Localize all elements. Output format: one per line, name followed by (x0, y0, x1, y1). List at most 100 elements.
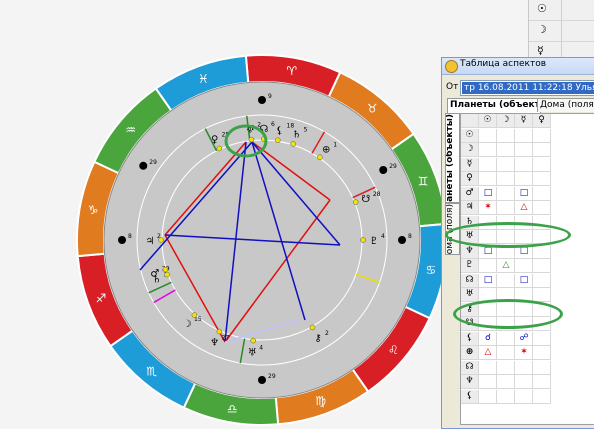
planet-degree: 4 (381, 233, 385, 240)
grid-cell[interactable] (497, 186, 515, 201)
house-marker-icon (139, 161, 148, 170)
grid-cell[interactable] (533, 128, 551, 143)
grid-cell[interactable] (533, 360, 551, 375)
date-dropdown[interactable]: тр 16.08.2011 11:22:18 Улья (460, 80, 594, 96)
grid-row-header[interactable]: ♂ (461, 186, 479, 201)
grid-cell[interactable] (497, 143, 515, 157)
grid-cell[interactable] (479, 157, 497, 172)
grid-cell[interactable] (497, 331, 515, 346)
grid-row-header[interactable]: ♇ (461, 259, 479, 273)
grid-cell[interactable] (533, 273, 551, 288)
planet-glyph-icon[interactable]: ☋ (361, 194, 370, 205)
grid-cell[interactable] (515, 375, 533, 389)
grid-cell[interactable] (497, 201, 515, 215)
planet-glyph-icon[interactable]: ♆ (210, 338, 219, 349)
grid-row-header[interactable]: ♆ (461, 375, 479, 389)
grid-column-header[interactable]: ☿ (515, 114, 533, 128)
planet-dot (317, 154, 323, 161)
grid-cell[interactable] (533, 143, 551, 157)
grid-cell[interactable] (497, 346, 515, 360)
grid-row-header[interactable]: ⊕ (461, 346, 479, 360)
grid-cell[interactable] (533, 389, 551, 404)
grid-cell[interactable] (479, 143, 497, 157)
planet-glyph-icon[interactable]: ⚷ (314, 333, 321, 344)
grid-cell[interactable] (515, 157, 533, 172)
zodiac-sign-icon: ♍ (315, 394, 326, 408)
planet-glyph-icon[interactable]: ☽ (183, 319, 192, 330)
planet-glyph-icon[interactable]: ♄ (152, 274, 161, 285)
grid-cell[interactable] (497, 157, 515, 172)
grid-cell[interactable] (479, 375, 497, 389)
grid-column-header[interactable]: ☉ (479, 114, 497, 128)
grid-row-header[interactable]: ♃ (461, 201, 479, 215)
grid-row-header[interactable]: ☉ (461, 128, 479, 143)
planet-degree: 4 (259, 345, 263, 352)
tab-houses[interactable]: Дома (поля) (537, 98, 594, 112)
aspect-symbol: △ (502, 260, 510, 270)
strip-row: ☉ (529, 0, 594, 21)
grid-cell[interactable] (533, 288, 551, 302)
grid-cell[interactable] (497, 128, 515, 143)
planet-column-strip: ☉ ☽ ☿ (528, 0, 594, 63)
grid-row-header[interactable]: ☊ (461, 360, 479, 375)
grid-cell[interactable] (497, 273, 515, 288)
grid-row-header[interactable]: ⚸ (461, 331, 479, 346)
grid-row-header[interactable]: ♅ (461, 288, 479, 302)
grid-cell[interactable] (533, 172, 551, 186)
zodiac-sign-icon: ♊ (418, 174, 429, 188)
aspect-grid[interactable]: ☉ ☽ ☿ ♀ ☉ ☽ ☿ ♀ ♂ ♃ ♄ ♅ ♆ ♇ ☊ ♅ ⚷ ☋ ⚸ ⊕ ☊ ♆ ⚸ □ □ ✶ △ □ □ △ □ □ ☌ ☍ △ ✶ (460, 113, 594, 425)
house-marker-icon (118, 236, 126, 244)
grid-cell[interactable] (533, 157, 551, 172)
grid-cell[interactable] (533, 331, 551, 346)
grid-column-header[interactable]: ♀ (533, 114, 551, 128)
planet-dot (164, 271, 170, 278)
grid-cell[interactable] (515, 389, 533, 404)
grid-cell[interactable] (497, 389, 515, 404)
zodiac-sign-icon: ♌ (388, 343, 399, 357)
planet-degree: 2 (325, 330, 329, 337)
date-value: тр 16.08.2011 11:22:18 Улья (462, 82, 594, 94)
grid-cell[interactable] (479, 259, 497, 273)
side-tab-planets[interactable]: Планеты (объекты) (445, 113, 460, 203)
grid-row-header[interactable]: ♆ (461, 244, 479, 259)
zodiac-sign-icon: ♉ (367, 102, 378, 116)
grid-row-header[interactable]: ☿ (461, 157, 479, 172)
window-title-bar[interactable]: Таблица аспектов (442, 58, 594, 75)
tab-planets[interactable]: Планеты (объекты) (447, 98, 552, 113)
house-marker-icon (379, 166, 388, 174)
planet-glyph-icon[interactable]: ♀ (211, 134, 218, 145)
grid-row-header[interactable]: ☽ (461, 143, 479, 157)
planet-glyph-icon[interactable]: ⊕ (322, 144, 330, 155)
grid-cell[interactable] (479, 389, 497, 404)
grid-cell[interactable] (533, 259, 551, 273)
grid-cell[interactable] (479, 128, 497, 143)
grid-cell[interactable] (479, 172, 497, 186)
planet-dot (250, 337, 256, 344)
grid-cell[interactable] (497, 375, 515, 389)
date-row: От тр 16.08.2011 11:22:18 Улья (445, 80, 594, 96)
grid-cell[interactable] (515, 128, 533, 143)
grid-cell[interactable] (479, 360, 497, 375)
grid-row-header[interactable]: ☊ (461, 273, 479, 288)
grid-row-header[interactable]: ♀ (461, 172, 479, 186)
grid-cell[interactable] (497, 172, 515, 186)
side-tab-strip: Планеты (объекты) Дома (поля) (445, 113, 460, 273)
planet-glyph-icon[interactable]: ♄ (292, 129, 301, 140)
grid-cell[interactable] (497, 360, 515, 375)
grid-cell[interactable] (533, 186, 551, 201)
grid-column-header[interactable]: ☽ (497, 114, 515, 128)
planet-degree: 6 (271, 121, 275, 128)
grid-cell[interactable] (515, 143, 533, 157)
planet-glyph-icon[interactable]: ♃ (146, 236, 155, 247)
grid-cell[interactable] (533, 375, 551, 389)
planet-glyph-icon[interactable]: ♅ (248, 348, 257, 359)
grid-row-header[interactable]: ⚸ (461, 389, 479, 404)
planet-glyph-icon[interactable]: ♇ (370, 236, 379, 247)
house-marker-degree: 8 (128, 233, 132, 240)
grid-cell[interactable] (533, 201, 551, 215)
grid-cell[interactable] (515, 172, 533, 186)
grid-cell[interactable] (515, 259, 533, 273)
planet-glyph-icon[interactable]: ⚸ (276, 125, 283, 136)
grid-cell[interactable] (533, 346, 551, 360)
grid-cell[interactable] (515, 360, 533, 375)
